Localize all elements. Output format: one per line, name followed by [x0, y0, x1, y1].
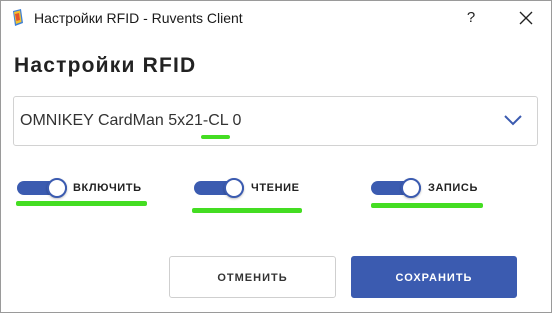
cancel-button[interactable]: ОТМЕНИТЬ [169, 256, 336, 298]
title-bar: Настройки RFID - Ruvents Client ? [1, 1, 551, 35]
device-select[interactable]: OMNIKEY CardMan 5x21-CL 0 [13, 96, 538, 146]
device-select-value: OMNIKEY CardMan 5x21-CL 0 [20, 112, 242, 129]
chevron-down-icon [504, 115, 522, 126]
close-icon [519, 11, 533, 25]
highlight-mark [192, 208, 302, 213]
toggle-knob [47, 178, 67, 198]
toggle-enable[interactable]: ВКЛЮЧИТЬ [17, 178, 147, 200]
highlight-mark [201, 135, 230, 139]
toggle-label: ВКЛЮЧИТЬ [73, 182, 142, 194]
help-button[interactable]: ? [456, 5, 486, 31]
settings-dialog: Настройки RFID - Ruvents Client ? Настро… [0, 0, 552, 313]
toggle-write[interactable]: ЗАПИСЬ [371, 178, 483, 200]
save-button[interactable]: СОХРАНИТЬ [351, 256, 517, 298]
toggle-label: ЧТЕНИЕ [251, 182, 300, 194]
window-title: Настройки RFID - Ruvents Client [34, 10, 243, 26]
highlight-mark [371, 203, 483, 208]
toggle-read[interactable]: ЧТЕНИЕ [194, 178, 304, 200]
highlight-mark [16, 201, 147, 206]
toggle-label: ЗАПИСЬ [428, 182, 478, 194]
close-button[interactable] [509, 5, 543, 31]
toggle-knob [401, 178, 421, 198]
page-title: Настройки RFID [14, 54, 197, 77]
toggle-knob [224, 178, 244, 198]
ruvents-app-icon [13, 9, 23, 26]
